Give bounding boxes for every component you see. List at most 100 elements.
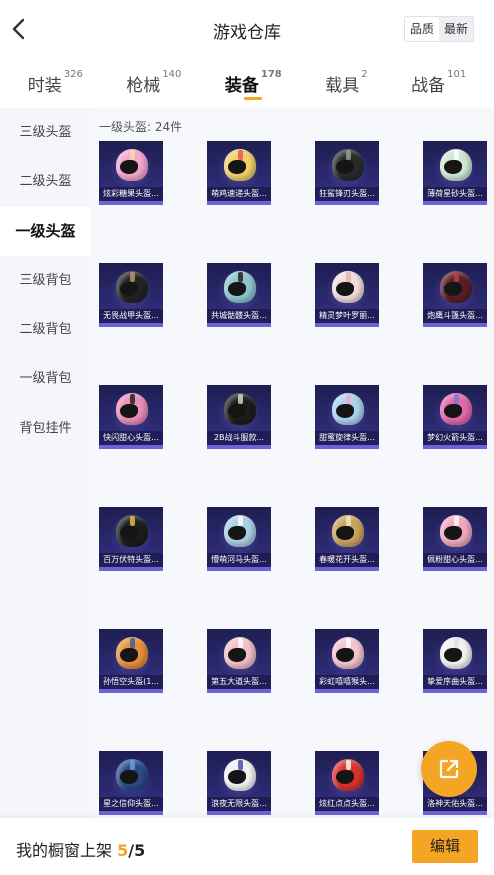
helmet-stripe <box>130 150 135 160</box>
tab-supplies[interactable]: 战备101 <box>411 58 466 108</box>
helmet-stripe <box>346 394 351 404</box>
item-name: 炫彩糖果头盔... <box>99 187 163 201</box>
helmet-stripe <box>346 272 351 282</box>
item-name: 甜蜜旋律头盔... <box>315 431 379 445</box>
item-card[interactable]: 甜蜜旋律头盔... <box>315 385 379 449</box>
item-name: 挚爱序曲头盔... <box>423 675 487 689</box>
share-external-icon <box>439 759 459 779</box>
helmet-visor <box>444 160 462 174</box>
helmet-image <box>332 393 364 425</box>
tab-count: 101 <box>447 69 467 80</box>
helmet-visor <box>444 526 462 540</box>
item-name: 薄荷星砂头盔... <box>423 187 487 201</box>
helmet-stripe <box>130 394 135 404</box>
sort-toggle: 品质 最新 <box>404 16 475 42</box>
sidebar-item-backpack-charm[interactable]: 背包挂件 <box>0 404 91 453</box>
helmet-image <box>116 271 148 303</box>
helmet-visor <box>444 282 462 296</box>
item-card[interactable]: 彩虹嘻嘻猴头... <box>315 629 379 693</box>
item-name: 精灵梦叶罗丽... <box>315 309 379 323</box>
item-card[interactable]: 懵萌河马头盔... <box>207 507 271 571</box>
item-name: 快闪甜心头盔... <box>99 431 163 445</box>
helmet-visor <box>120 160 138 174</box>
item-name: 萌鸡速递头盔... <box>207 187 271 201</box>
item-name: 星之信仰头盔... <box>99 797 163 811</box>
item-name: 洛神天佑头盔... <box>423 797 487 811</box>
item-name: 炫红点点头盔... <box>315 797 379 811</box>
item-card[interactable]: 春暖花开头盔... <box>315 507 379 571</box>
tab-label: 枪械 <box>126 76 161 96</box>
helmet-visor <box>120 526 138 540</box>
sort-option-quality[interactable]: 品质 <box>405 17 440 41</box>
helmet-image <box>440 149 472 181</box>
helmet-stripe <box>346 516 351 526</box>
category-tabs: 时装326 枪械140 装备178 载具2 战备101 <box>0 58 494 108</box>
helmet-image <box>224 759 256 791</box>
tab-guns[interactable]: 枪械140 <box>126 58 181 108</box>
item-card[interactable]: 无畏战甲头盔... <box>99 263 163 327</box>
tab-label: 装备 <box>224 76 259 96</box>
sidebar-item-level1-helmet[interactable]: 一级头盔 <box>0 206 91 256</box>
helmet-image <box>224 637 256 669</box>
sidebar-item-level2-helmet[interactable]: 二级头盔 <box>0 157 91 206</box>
item-card[interactable]: 星之信仰头盔... <box>99 751 163 815</box>
item-grid: 炫彩糖果头盔... 萌鸡速递头盔... 狂鲨锋刃头盔... 薄荷星砂头盔... 无畏战甲… <box>99 141 489 815</box>
edit-button[interactable]: 编辑 <box>412 830 478 863</box>
item-name: 春暖花开头盔... <box>315 553 379 567</box>
sidebar-item-level3-backpack[interactable]: 三级背包 <box>0 256 91 305</box>
item-card[interactable]: 第五大道头盔... <box>207 629 271 693</box>
item-card[interactable]: 浪夜无限头盔... <box>207 751 271 815</box>
tab-equipment[interactable]: 装备178 <box>225 58 282 108</box>
helmet-image <box>440 515 472 547</box>
item-name: 狂鲨锋刃头盔... <box>315 187 379 201</box>
helmet-visor <box>228 770 246 784</box>
sidebar-item-level2-backpack[interactable]: 二级背包 <box>0 305 91 354</box>
chevron-left-icon <box>12 18 25 40</box>
helmet-image <box>332 271 364 303</box>
item-card[interactable]: 百万伏特头盔... <box>99 507 163 571</box>
item-name: 第五大道头盔... <box>207 675 271 689</box>
tab-label: 载具 <box>325 76 360 96</box>
tab-vehicles[interactable]: 载具2 <box>325 58 367 108</box>
helmet-image <box>116 637 148 669</box>
helmet-stripe <box>454 394 459 404</box>
item-card[interactable]: 梦幻火箭头盔... <box>423 385 487 449</box>
item-card[interactable]: 炫红点点头盔... <box>315 751 379 815</box>
tab-fashion[interactable]: 时装326 <box>28 58 83 108</box>
item-card[interactable]: 共城骷髅头盔... <box>207 263 271 327</box>
item-name: 佩粉甜心头盔... <box>423 553 487 567</box>
helmet-image <box>332 515 364 547</box>
helmet-stripe <box>238 638 243 648</box>
item-card[interactable]: 狂鲨锋刃头盔... <box>315 141 379 205</box>
item-list[interactable]: 一级头盔: 24件 炫彩糖果头盔... 萌鸡速递头盔... 狂鲨锋刃头盔... 薄荷星… <box>91 108 494 818</box>
sidebar-item-level3-helmet[interactable]: 三级头盔 <box>0 108 91 157</box>
helmet-stripe <box>454 272 459 282</box>
helmet-visor <box>444 648 462 662</box>
item-card[interactable]: 炫彩糖果头盔... <box>99 141 163 205</box>
item-card[interactable]: 2B战斗服款... <box>207 385 271 449</box>
tab-count: 326 <box>63 69 83 80</box>
item-card[interactable]: 佩粉甜心头盔... <box>423 507 487 571</box>
item-card[interactable]: 精灵梦叶罗丽... <box>315 263 379 327</box>
back-button[interactable] <box>6 14 34 44</box>
helmet-stripe <box>238 516 243 526</box>
helmet-image <box>116 515 148 547</box>
helmet-visor <box>336 648 354 662</box>
helmet-visor <box>120 404 138 418</box>
showcase-current-count: 5 <box>117 841 129 860</box>
item-card[interactable]: 挚爱序曲头盔... <box>423 629 487 693</box>
helmet-visor <box>228 282 246 296</box>
sidebar-item-level1-backpack[interactable]: 一级背包 <box>0 354 91 403</box>
item-card[interactable]: 孙悟空头盔(1... <box>99 629 163 693</box>
share-button[interactable] <box>421 741 477 797</box>
helmet-image <box>224 393 256 425</box>
item-name: 无畏战甲头盔... <box>99 309 163 323</box>
showcase-total-count: 5 <box>134 841 146 860</box>
item-card[interactable]: 快闪甜心头盔... <box>99 385 163 449</box>
item-card[interactable]: 萌鸡速递头盔... <box>207 141 271 205</box>
helmet-stripe <box>130 516 135 526</box>
item-card[interactable]: 薄荷星砂头盔... <box>423 141 487 205</box>
helmet-stripe <box>346 150 351 160</box>
sort-option-latest[interactable]: 最新 <box>439 17 473 41</box>
item-card[interactable]: 炮鹰斗篷头盔... <box>423 263 487 327</box>
